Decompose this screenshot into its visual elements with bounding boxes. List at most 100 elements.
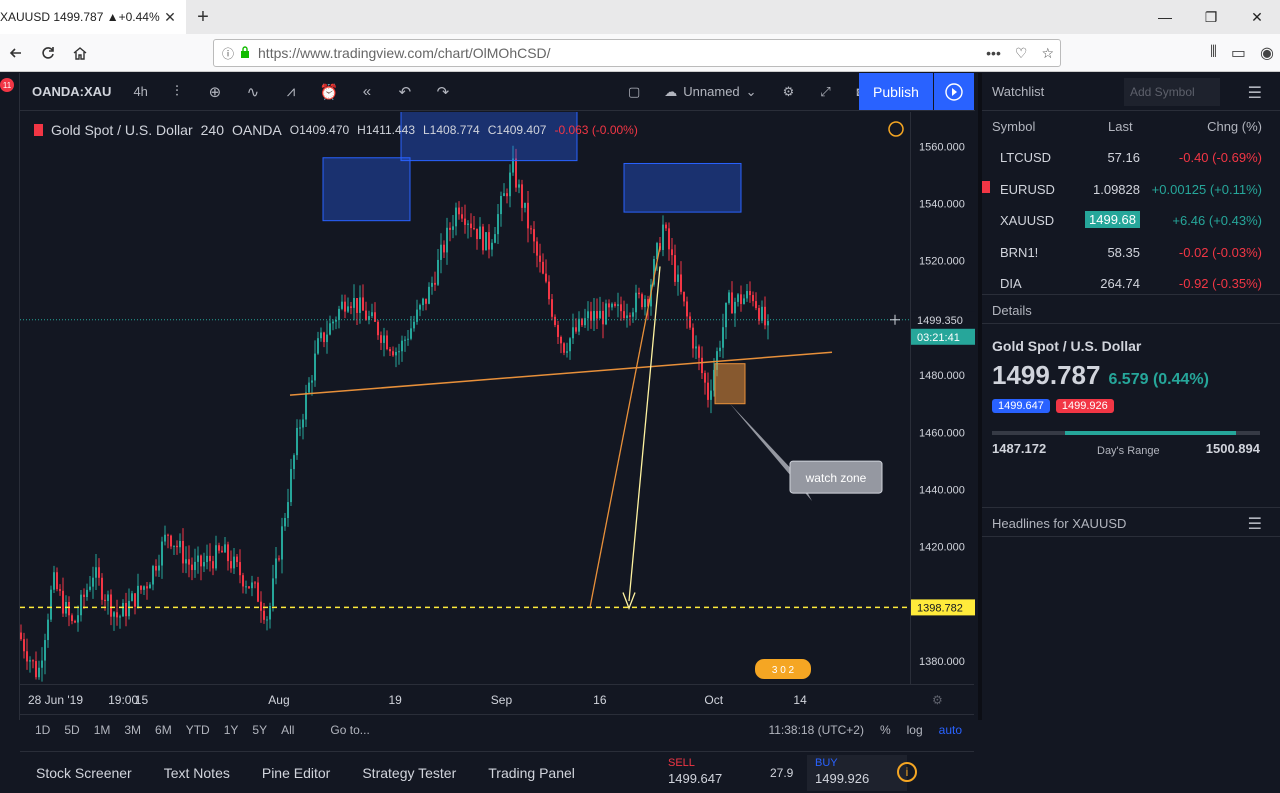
maximize-button[interactable]: ❐: [1188, 0, 1234, 34]
redo-icon[interactable]: ↷: [424, 83, 462, 101]
percent-toggle[interactable]: %: [880, 723, 891, 737]
details-price: 1499.787: [992, 359, 1101, 390]
indicators-icon[interactable]: ∿: [234, 83, 272, 101]
buy-button[interactable]: BUY 1499.926: [807, 755, 907, 791]
col-last[interactable]: Last: [1108, 119, 1133, 134]
auto-toggle[interactable]: auto: [939, 723, 962, 737]
range-3m[interactable]: 3M: [117, 723, 148, 737]
close-icon[interactable]: ✕: [162, 9, 178, 26]
back-icon[interactable]: [0, 37, 32, 69]
library-icon[interactable]: ⫴: [1210, 44, 1217, 62]
add-compare-icon[interactable]: ⊕: [196, 83, 234, 101]
publish-button[interactable]: Publish: [859, 73, 933, 110]
range-ytd[interactable]: YTD: [179, 723, 217, 737]
info-icon[interactable]: ⓘ: [222, 45, 234, 62]
layout-name[interactable]: Unnamed: [683, 84, 739, 99]
legend-exchange[interactable]: OANDA: [232, 122, 282, 138]
chart-pane[interactable]: watch zone 3 0 2 Gold Spot / U.S. Dollar …: [20, 112, 910, 684]
gear-icon[interactable]: ⚙: [783, 84, 795, 100]
watchlist-change: -0.02 (-0.03%): [1178, 244, 1262, 260]
tab-stock-screener[interactable]: Stock Screener: [20, 765, 148, 781]
tab-pine-editor[interactable]: Pine Editor: [246, 765, 346, 781]
range-1m[interactable]: 1M: [87, 723, 118, 737]
notification-badge[interactable]: 11: [0, 78, 14, 92]
sell-button[interactable]: SELL 1499.647 27.9: [660, 755, 805, 791]
range-all[interactable]: All: [274, 723, 301, 737]
goto-button[interactable]: Go to...: [323, 723, 376, 737]
account-icon[interactable]: ◉: [1260, 43, 1274, 63]
gear-icon[interactable]: ⚙: [932, 693, 943, 707]
candle-body: [113, 612, 115, 617]
lock-icon[interactable]: [240, 45, 250, 61]
layout-square-icon[interactable]: ▢: [628, 84, 640, 100]
templates-icon[interactable]: ⩘: [272, 83, 310, 100]
legend-interval: 240: [200, 122, 224, 138]
col-symbol[interactable]: Symbol: [992, 119, 1035, 134]
candles-icon[interactable]: ⫶: [158, 83, 196, 100]
candle-body: [200, 555, 202, 567]
candle-body: [440, 244, 442, 260]
url-bar[interactable]: ⓘ https://www.tradingview.com/chart/OlMO…: [213, 39, 1061, 67]
window-close-button[interactable]: ✕: [1234, 0, 1280, 34]
price-scale[interactable]: 1560.0001540.0001520.0001500.0001480.000…: [910, 112, 975, 684]
chevron-down-icon[interactable]: ⌄: [746, 84, 757, 100]
fullscreen-icon[interactable]: ⤢: [820, 84, 830, 100]
menu-icon[interactable]: ☰: [1248, 83, 1262, 103]
candle-body: [260, 601, 262, 611]
menu-icon[interactable]: ☰: [1248, 514, 1262, 534]
list-item[interactable]: DIA 264.74 -0.92 (-0.35%): [982, 267, 1280, 299]
alert-icon[interactable]: ⏰: [310, 83, 348, 101]
symbol-search[interactable]: OANDA:XAU: [20, 84, 123, 99]
sidebar-icon[interactable]: ▭: [1231, 43, 1246, 63]
range-1d[interactable]: 1D: [28, 723, 57, 737]
timeframe-selector[interactable]: 4h: [123, 84, 157, 99]
info-icon[interactable]: i: [897, 762, 917, 782]
new-tab-button[interactable]: +: [186, 0, 220, 34]
candle-body: [599, 310, 601, 319]
play-icon[interactable]: [934, 73, 974, 110]
candle-body: [119, 616, 121, 618]
cloud-icon[interactable]: ☁: [664, 84, 677, 100]
bookmark-star-icon[interactable]: ☆: [1041, 45, 1054, 62]
list-item[interactable]: EURUSD 1.09828 +0.00125 (+0.11%): [982, 173, 1280, 205]
tab-text-notes[interactable]: Text Notes: [148, 765, 246, 781]
range-6m[interactable]: 6M: [148, 723, 179, 737]
more-icon[interactable]: •••: [986, 45, 1001, 62]
headlines-title[interactable]: Headlines for XAUUSD: [992, 516, 1126, 531]
candle-body: [278, 558, 280, 560]
candle-body: [551, 299, 553, 317]
candle-body: [29, 660, 31, 662]
candle-body: [584, 318, 586, 326]
replay-back-icon[interactable]: «: [348, 83, 386, 100]
home-icon[interactable]: [64, 37, 96, 69]
list-item[interactable]: LTCUSD 57.16 -0.40 (-0.69%): [982, 141, 1280, 173]
clock[interactable]: 11:38:18 (UTC+2): [768, 723, 864, 737]
candle-body: [509, 172, 511, 197]
candle-body: [215, 545, 217, 569]
tab-trading-panel[interactable]: Trading Panel: [472, 765, 591, 781]
range-5y[interactable]: 5Y: [245, 723, 274, 737]
minimize-button[interactable]: —: [1142, 0, 1188, 34]
legend-low: L1408.774: [423, 123, 480, 137]
details-change: 6.579 (0.44%): [1108, 370, 1209, 388]
candle-body: [470, 223, 472, 229]
col-chng[interactable]: Chng (%): [1207, 119, 1262, 134]
candle-body: [218, 545, 220, 551]
list-item[interactable]: XAUUSD 1499.68 +6.46 (+0.43%): [982, 204, 1280, 236]
legend-title: Gold Spot / U.S. Dollar: [51, 122, 193, 138]
time-axis[interactable]: 28 Jun '19 19:00 15 Aug 19 Sep 16 Oct 14 ⚙: [20, 684, 974, 714]
watchlist-title[interactable]: Watchlist: [992, 84, 1044, 99]
undo-icon[interactable]: ↶: [386, 83, 424, 101]
tab-strategy-tester[interactable]: Strategy Tester: [346, 765, 472, 781]
pocket-icon[interactable]: ♡: [1015, 45, 1028, 62]
log-toggle[interactable]: log: [907, 723, 923, 737]
range-1y[interactable]: 1Y: [217, 723, 246, 737]
candle-body: [590, 311, 592, 321]
browser-tab[interactable]: XAUUSD 1499.787 ▲+0.44% Un ✕: [0, 0, 186, 34]
price-chart[interactable]: watch zone 3 0 2: [20, 112, 910, 684]
candle-body: [140, 585, 142, 590]
add-symbol-input[interactable]: Add Symbol: [1124, 78, 1220, 106]
list-item[interactable]: BRN1! 58.35 -0.02 (-0.03%): [982, 236, 1280, 268]
range-5d[interactable]: 5D: [57, 723, 86, 737]
reload-icon[interactable]: [32, 37, 64, 69]
